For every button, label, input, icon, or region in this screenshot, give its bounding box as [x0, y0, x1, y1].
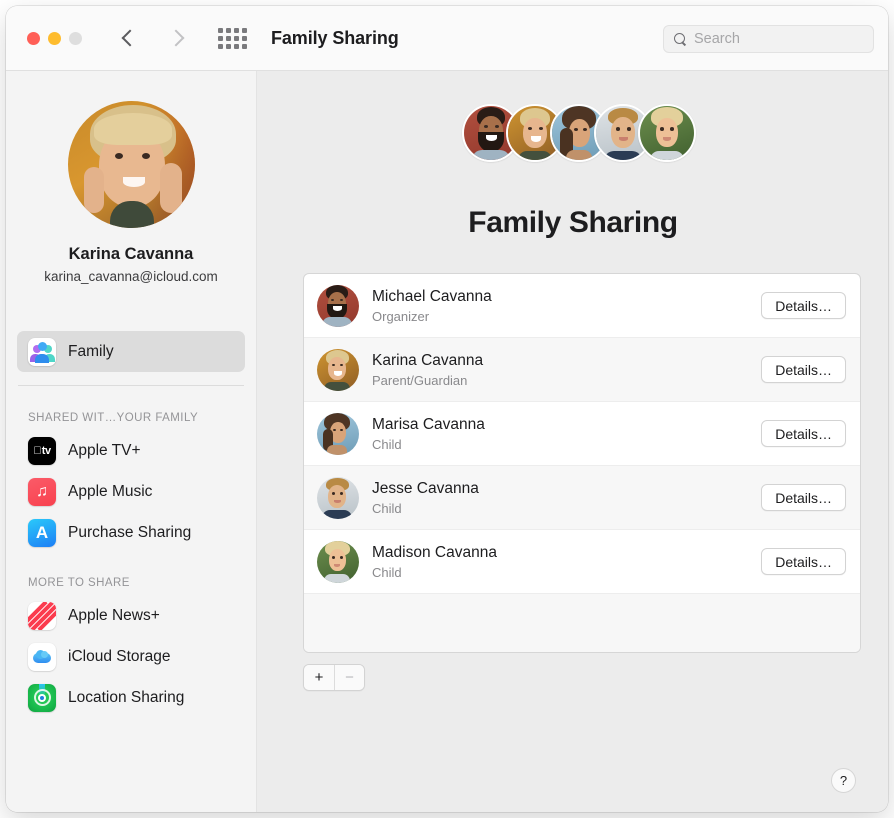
navigation-arrows [121, 29, 185, 47]
minimize-button-icon[interactable] [48, 31, 61, 45]
details-button[interactable]: Details… [761, 356, 846, 383]
back-chevron-icon[interactable] [121, 29, 139, 47]
member-avatar [317, 284, 359, 327]
avatar [67, 101, 195, 228]
family-sharing-window: Family Sharing Search Karina Cavanna kar… [6, 6, 888, 812]
member-avatar [317, 476, 359, 519]
apple-news-icon [28, 601, 56, 630]
window-toolbar: Family Sharing [6, 6, 888, 71]
member-name: Marisa Cavanna [372, 415, 485, 433]
sidebar-item-purchase-sharing[interactable]: A Purchase Sharing [6, 512, 256, 553]
add-remove-member-controls: + − [303, 664, 365, 691]
sidebar-item-apple-music[interactable]: ♫ Apple Music [6, 471, 256, 512]
sidebar-item-family[interactable]: Family [17, 331, 245, 372]
member-avatar [317, 348, 359, 391]
details-button[interactable]: Details… [761, 548, 846, 575]
sidebar-item-apple-news[interactable]: Apple News+ [6, 595, 256, 636]
table-row[interactable]: Karina Cavanna Parent/Guardian Details… [304, 338, 860, 402]
account-profile: Karina Cavanna karina_cavanna@icloud.com [6, 71, 256, 284]
family-icon [28, 337, 56, 366]
account-name: Karina Cavanna [68, 245, 194, 263]
forward-chevron-icon [167, 29, 185, 47]
table-row[interactable]: Jesse Cavanna Child Details… [304, 466, 860, 530]
sidebar-item-location-sharing[interactable]: Location Sharing [6, 677, 256, 718]
sidebar-item-label: iCloud Storage [68, 647, 171, 665]
account-email: karina_cavanna@icloud.com [44, 269, 218, 284]
page-title: Family Sharing [468, 206, 678, 239]
add-member-button[interactable]: + [304, 665, 334, 690]
remove-member-button: − [334, 665, 364, 690]
help-button[interactable]: ? [831, 768, 856, 793]
sidebar-item-label: Apple News+ [68, 606, 160, 624]
member-name: Michael Cavanna [372, 287, 492, 305]
apple-music-icon: ♫ [28, 477, 56, 506]
sidebar-item-label: Location Sharing [68, 688, 185, 706]
search-icon [674, 32, 687, 46]
list-empty-area [304, 594, 860, 652]
member-role: Organizer [372, 308, 430, 324]
icloud-icon [28, 642, 56, 671]
find-my-icon [28, 683, 56, 712]
table-row[interactable]: Madison Cavanna Child Details… [304, 530, 860, 594]
close-button-icon[interactable] [27, 31, 40, 45]
apple-tv-icon: tv [28, 436, 56, 465]
sidebar-item-label: Family [68, 342, 114, 360]
family-member-list: Michael Cavanna Organizer Details… Karin… [303, 273, 861, 653]
details-button[interactable]: Details… [761, 292, 846, 319]
traffic-lights [27, 31, 82, 45]
member-role: Parent/Guardian [372, 372, 468, 388]
member-role: Child [372, 500, 402, 516]
search-input[interactable] [694, 31, 854, 47]
sidebar-item-label: Purchase Sharing [68, 523, 192, 541]
sidebar-item-label: Apple Music [68, 482, 153, 500]
member-avatar [317, 540, 359, 583]
table-row[interactable]: Michael Cavanna Organizer Details… [304, 274, 860, 338]
details-button[interactable]: Details… [761, 420, 846, 447]
sidebar-section-header-shared: SHARED WIT…YOUR FAMILY [28, 412, 199, 424]
family-avatar-cluster [462, 104, 696, 164]
cluster-avatar-madison [638, 104, 696, 162]
details-button[interactable]: Details… [761, 484, 846, 511]
karina-avatar-art [67, 101, 195, 228]
member-avatar [317, 412, 359, 455]
app-store-icon: A [28, 518, 56, 547]
sidebar-item-label: Apple TV+ [68, 441, 141, 459]
table-row[interactable]: Marisa Cavanna Child Details… [304, 402, 860, 466]
sidebar-divider [18, 385, 244, 386]
show-all-grid-icon[interactable] [218, 27, 247, 49]
member-role: Child [372, 564, 402, 580]
sidebar-item-icloud-storage[interactable]: iCloud Storage [6, 636, 256, 677]
sidebar-item-apple-tv[interactable]: tv Apple TV+ [6, 430, 256, 471]
member-name: Madison Cavanna [372, 543, 497, 561]
search-field[interactable] [663, 25, 874, 53]
member-name: Jesse Cavanna [372, 479, 479, 497]
member-role: Child [372, 436, 402, 452]
window-title: Family Sharing [271, 27, 399, 48]
main-content: Family Sharing Michael Cavanna Organizer… [258, 71, 888, 812]
member-name: Karina Cavanna [372, 351, 484, 369]
sidebar: Karina Cavanna karina_cavanna@icloud.com… [6, 71, 257, 812]
sidebar-section-header-more: MORE TO SHARE [28, 577, 130, 589]
zoom-button-icon [69, 31, 82, 45]
